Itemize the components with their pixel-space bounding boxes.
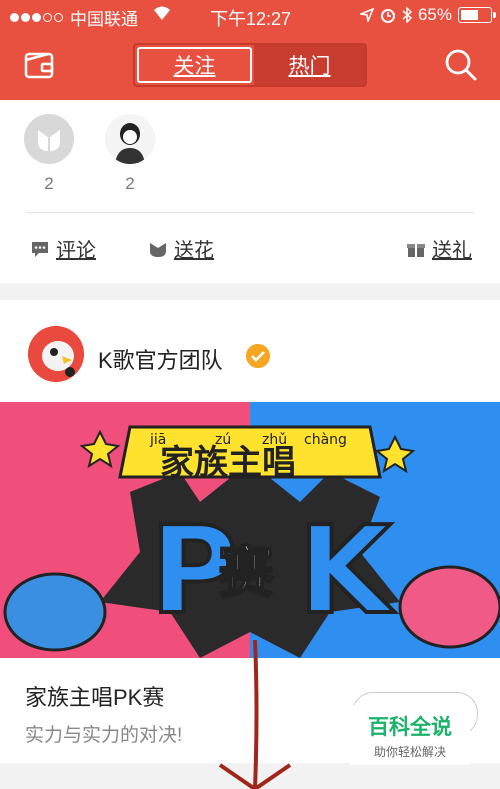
wallet-icon[interactable] [24, 50, 54, 80]
author-name[interactable]: K歌官方团队 [98, 343, 223, 375]
divider [26, 212, 474, 213]
post-subtitle: 实力与实力的对决! [25, 725, 183, 746]
user-avatar[interactable] [105, 114, 155, 164]
verified-icon [246, 344, 270, 368]
top-bar: 中国联通 下午12:27 65% 关注 热门 [0, 0, 500, 100]
annotation-arrow [218, 640, 292, 789]
flower-count: 2 [44, 174, 54, 193]
watermark-tagline: 助你轻松解决 [373, 745, 446, 759]
status-time: 下午12:27 [210, 9, 292, 29]
location-icon [359, 8, 374, 22]
banner-image[interactable]: jiā zú zhǔ chàng 家族主唱 PK 赛 [0, 402, 500, 658]
segmented-tabs: 关注 热门 [133, 43, 367, 87]
battery-icon [458, 7, 496, 23]
kge-logo[interactable] [28, 326, 84, 382]
wifi-icon [154, 6, 170, 20]
flower-icon [150, 242, 166, 257]
send-flower-button[interactable]: 送花 [148, 234, 214, 263]
send-gift-button[interactable]: 送礼 [406, 234, 472, 263]
send-flower-label: 送花 [174, 240, 214, 262]
signal-icon [10, 7, 65, 27]
banner-sai: 赛 [218, 541, 275, 606]
user-count: 2 [125, 174, 135, 193]
tab-popular[interactable]: 热门 [254, 45, 365, 85]
flower-icon [38, 130, 60, 151]
alarm-icon [380, 9, 395, 23]
comment-button[interactable]: 评论 [30, 234, 96, 263]
gift-icon [407, 243, 425, 257]
comment-label: 评论 [56, 240, 96, 262]
feed-card-stats: 2 2 评论 送花 送礼 [0, 100, 500, 283]
post-title: 家族主唱PK赛 [25, 685, 165, 710]
carrier: 中国联通 [70, 10, 138, 29]
send-gift-label: 送礼 [432, 240, 472, 262]
comment-icon [32, 241, 48, 257]
banner-headline: 家族主唱 [160, 443, 296, 483]
bluetooth-icon [402, 7, 412, 23]
flower-avatar[interactable] [24, 114, 74, 164]
watermark-brand: 百科全说 [368, 716, 452, 739]
status-bar: 中国联通 下午12:27 65% [0, 0, 500, 32]
battery-percent: 65% [417, 5, 452, 24]
search-icon[interactable] [444, 48, 478, 82]
watermark: 百科全说 助你轻松解决 [350, 705, 470, 765]
banner-pinyin-4: chàng [304, 432, 347, 448]
tab-following[interactable]: 关注 [137, 47, 252, 83]
